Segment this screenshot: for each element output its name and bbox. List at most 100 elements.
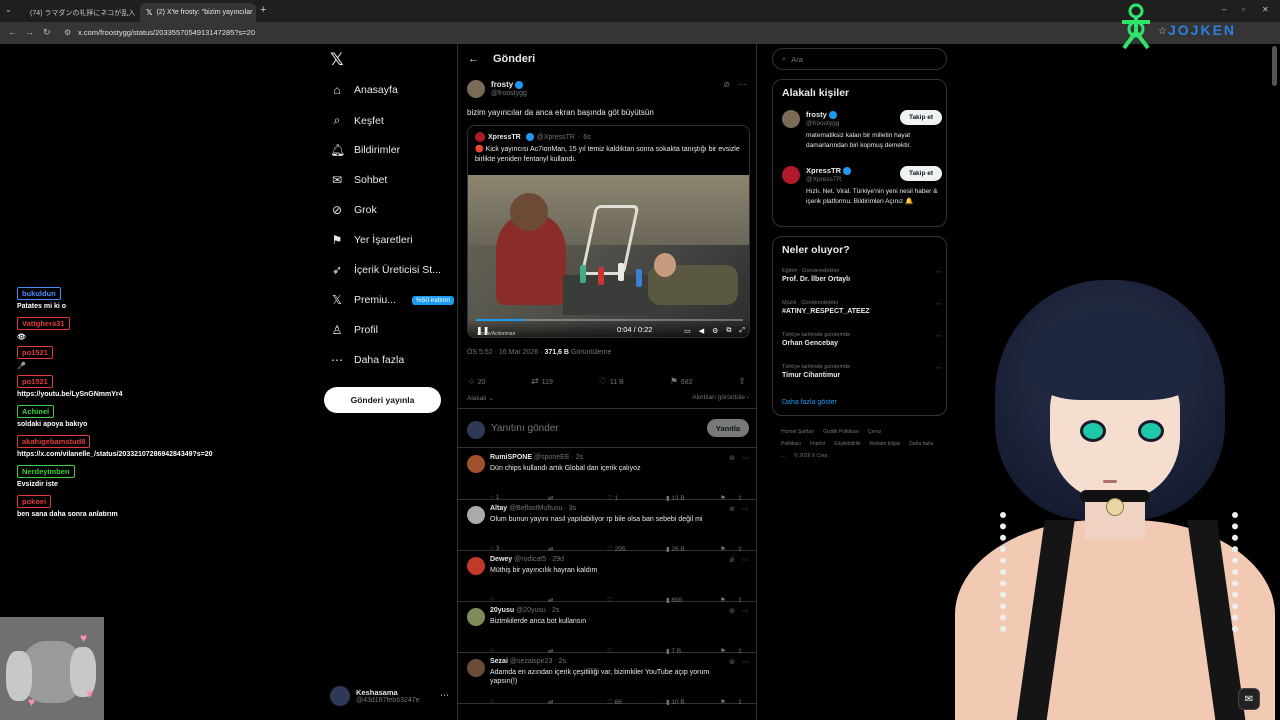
share-action[interactable]: ⇪ <box>737 698 742 706</box>
footer-link[interactable]: Erişilebilirlik <box>834 441 860 447</box>
new-tab-button[interactable]: + <box>260 4 266 16</box>
quoted-post[interactable]: XpressTR @XpressTR · 6s 🔴 Kick yayıncısı… <box>467 125 750 338</box>
share-action[interactable]: ⇪ <box>738 376 749 387</box>
grok-icon[interactable]: ⊘ <box>729 454 735 462</box>
more-icon[interactable]: ⋯ <box>742 556 749 564</box>
nav-explore[interactable]: ⌕ Keşfet <box>330 113 384 128</box>
reply-author[interactable]: Sezai <box>490 658 508 665</box>
forward-icon[interactable]: → <box>25 27 34 37</box>
fullscreen-icon[interactable]: ⤢ <box>739 327 745 335</box>
account-switcher[interactable]: Keshasama @43d167feb63247e ⋯ <box>330 686 449 706</box>
more-icon[interactable]: ⋯ <box>440 690 449 701</box>
follow-button[interactable]: Takip et <box>900 110 942 125</box>
nav-messages[interactable]: ✉ Sohbet <box>330 173 387 187</box>
captions-icon[interactable]: ▭ <box>684 327 691 335</box>
footer-link[interactable]: © 2026 X Corp. <box>794 453 829 459</box>
reply-author[interactable]: Altay <box>490 505 507 512</box>
browser-tab-youtube[interactable]: (74) ラマダンの礼拝にネコが乱入 × <box>20 3 138 22</box>
search-input[interactable]: ⌕ Ara <box>772 48 947 70</box>
picture-in-picture-icon[interactable]: ⧉ <box>726 327 731 335</box>
nav-premium[interactable]: 𝕏 Premiu... %50 indirim <box>330 293 454 307</box>
avatar[interactable] <box>467 659 485 677</box>
reply-item[interactable]: 20yusu @20yusu · 2s ⊘ ⋯ Bizimkilerde anca b… <box>458 602 756 655</box>
video-player[interactable]: ❚❚ x.com/Actionman 0:04 / 0:22 ▭ ◀ ⚙ ⧉ ⤢ <box>468 175 749 337</box>
footer-link[interactable]: Hizmet Şartları <box>781 429 814 435</box>
x-logo-icon[interactable]: 𝕏 <box>330 50 344 70</box>
more-icon[interactable]: ⋯ <box>742 505 749 513</box>
reload-icon[interactable]: ↻ <box>43 27 51 38</box>
reply-input[interactable]: Yanıtını gönder <box>491 423 559 434</box>
nav-notifications[interactable]: 🔔︎ Bildirimler <box>330 143 400 157</box>
repost-action[interactable]: ⇄ <box>548 698 553 706</box>
reply-handle: @sezaispir23 · 2s <box>509 658 566 665</box>
page-scrollbar[interactable] <box>1272 46 1277 86</box>
footer-link[interactable]: Gizlilik Politikası <box>823 429 859 435</box>
url-field[interactable]: x.com/froostygg/status/20335570549131472… <box>78 28 255 37</box>
more-icon[interactable]: ⋯ <box>742 658 749 666</box>
trend-item[interactable]: Eğitim · Gündemdekiler Prof. Dr. İlber O… <box>782 268 942 283</box>
reply-item[interactable]: RumiSPONE @sponeEE · 2s ⊘ ⋯ Dün chips kulla… <box>458 449 756 502</box>
chat-message: Nerdeyimben Evsizdir iste <box>17 461 75 488</box>
nav-profile[interactable]: ♙ Profil <box>330 323 378 337</box>
footer-link[interactable]: Imprint <box>810 441 825 447</box>
show-more-link[interactable]: Daha fazla göster <box>782 399 837 406</box>
trend-item[interactable]: Türkiye tarihinde gündemde Orhan Genceba… <box>782 332 942 347</box>
reply-item[interactable]: Sezai @sezaispir23 · 2s ⊘ ⋯ Adamda en azınd… <box>458 653 756 706</box>
reply-action[interactable]: ○ <box>490 698 494 705</box>
grok-icon[interactable]: ⊘ <box>723 80 730 89</box>
follow-button[interactable]: Takip et <box>900 166 942 181</box>
back-arrow-icon[interactable]: ← <box>468 53 479 65</box>
nav-home[interactable]: ⌂ Anasayfa <box>330 83 397 97</box>
browser-tab-x[interactable]: 𝕏 (2) X'te frosty: "bizim yayıncılar × <box>140 3 256 22</box>
reply-item[interactable]: Dewey @rodicat5 · 29d ⊘ ⋯ Müthiş bir yayınc… <box>458 551 756 604</box>
close-window-icon[interactable]: ✕ <box>1262 5 1269 14</box>
avatar <box>330 686 350 706</box>
avatar[interactable] <box>467 455 485 473</box>
minimize-icon[interactable]: – <box>1222 5 1226 14</box>
author-handle[interactable]: @froostygg <box>491 90 527 97</box>
nav-more[interactable]: ⋯ Daha fazla <box>330 353 404 367</box>
site-info-icon[interactable]: ⚙ <box>64 28 71 37</box>
reply-author[interactable]: RumiSPONE <box>490 454 532 461</box>
maximize-icon[interactable]: ▫ <box>1242 5 1245 14</box>
nav-creator-studio[interactable]: ➶ İçerik Üreticisi St... <box>330 263 441 277</box>
nav-grok[interactable]: ⊘ Grok <box>330 203 377 217</box>
like-action[interactable]: ♡ 11 B <box>599 376 624 387</box>
avatar[interactable] <box>467 80 485 98</box>
repost-action[interactable]: ⇄ 119 <box>531 376 553 387</box>
related-dropdown[interactable]: Alakalı ⌄ <box>467 395 494 402</box>
reply-author[interactable]: Dewey <box>490 556 512 563</box>
video-progress-bar[interactable] <box>476 319 743 321</box>
more-icon[interactable]: ⋯ <box>742 454 749 462</box>
grok-icon[interactable]: ⊘ <box>729 658 735 666</box>
tab-search-icon[interactable]: ⌄ <box>5 5 12 14</box>
view-quotes-link[interactable]: Alıntıları görüntüle › <box>692 394 749 401</box>
bookmark-action[interactable]: ⚑ 682 <box>670 376 693 387</box>
footer-link[interactable]: Reklam bilgisi <box>869 441 900 447</box>
avatar[interactable] <box>467 506 485 524</box>
avatar[interactable] <box>467 557 485 575</box>
post-button[interactable]: Gönderi yayınla <box>324 387 441 413</box>
nav-bookmarks[interactable]: ⚑ Yer İşaretleri <box>330 233 413 247</box>
more-icon[interactable]: ⋯ <box>742 607 749 615</box>
author-name[interactable]: frosty <box>491 80 524 89</box>
grok-icon[interactable]: ⊘ <box>729 505 735 513</box>
more-icon[interactable]: ⋯ <box>738 80 746 89</box>
volume-icon[interactable]: ◀ <box>699 327 704 335</box>
settings-icon[interactable]: ⚙ <box>712 327 718 335</box>
reply-button[interactable]: Yanıtla <box>707 419 749 437</box>
reply-item[interactable]: Altay @BelfastMuftusu · 3s ⊘ ⋯ Olum bunun y… <box>458 500 756 553</box>
like-action[interactable]: ♡ 66 <box>607 698 622 706</box>
messages-drawer-button[interactable]: ✉ <box>1238 688 1260 710</box>
trend-item[interactable]: Türkiye tarihinde gündemde Timur Cihanti… <box>782 364 942 379</box>
reply-author[interactable]: 20yusu <box>490 607 514 614</box>
back-icon[interactable]: ← <box>8 27 17 37</box>
reply-action[interactable]: ○ 20 <box>469 376 485 387</box>
grok-icon[interactable]: ⊘ <box>729 556 735 564</box>
avatar[interactable] <box>467 608 485 626</box>
trend-item[interactable]: Müzik · Gündemdekiler #ATINY_RESPECT_ATE… <box>782 300 942 315</box>
views-action[interactable]: ▮ 10 B <box>666 698 685 706</box>
bookmark-star-icon[interactable]: ☆ <box>1158 26 1167 37</box>
grok-icon[interactable]: ⊘ <box>729 607 735 615</box>
bookmark-action[interactable]: ⚑ <box>720 698 726 706</box>
